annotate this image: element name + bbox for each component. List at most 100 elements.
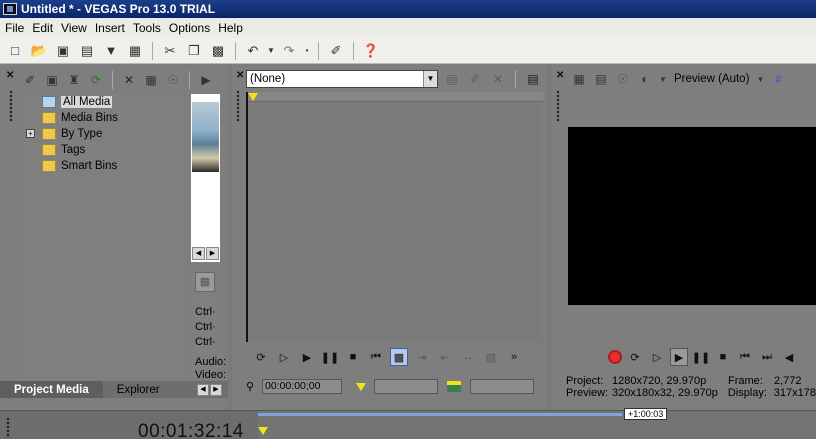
trimmer-media-area[interactable] [246,92,544,342]
trimmer-media-select[interactable]: (None) ▼ [246,70,438,88]
external-monitor-icon[interactable]: ▤ [592,70,610,88]
tree-item-by-type[interactable]: By Type [42,126,102,142]
add-before-cursor-icon[interactable]: ⇤ [436,348,454,366]
stop-icon[interactable]: ■ [344,348,362,366]
tree-item-smart-bins[interactable]: Smart Bins [42,158,117,174]
tree-item-media-bins[interactable]: Media Bins [42,110,118,126]
trimmer-ruler[interactable] [248,92,544,102]
add-to-timeline-icon[interactable]: ⇥ [413,348,431,366]
video-fx-icon[interactable]: ☉ [614,70,632,88]
save-icon[interactable]: ▣ [52,40,74,62]
media-thumbnail[interactable] [192,102,219,172]
menu-help[interactable]: Help [216,21,249,35]
enable-snapping-icon[interactable]: ✐ [325,40,347,62]
redo-icon[interactable]: ↷ [278,40,300,62]
menu-tools[interactable]: Tools [131,21,167,35]
panel-grip-icon[interactable] [6,417,10,437]
render-icon[interactable]: ▼ [100,40,122,62]
in-point-field[interactable] [374,378,438,394]
copy-icon[interactable]: ❐ [183,40,205,62]
selection-mode-icon[interactable]: ▩ [390,348,408,366]
toolbar-separator [318,41,319,60]
go-to-start-icon[interactable]: ⏮ [367,348,385,366]
out-point-field[interactable] [470,378,534,394]
properties-icon[interactable]: ▦ [124,40,146,62]
fit-to-fill-icon[interactable]: ↔ [459,348,477,366]
pause-icon[interactable]: ❚❚ [321,348,339,366]
tab-project-media[interactable]: Project Media [0,381,103,398]
play-icon[interactable]: ▶ [298,348,316,366]
whats-this-icon[interactable]: ❓ [360,40,382,62]
play-icon[interactable]: ▶ [196,70,216,90]
out-point-icon[interactable] [447,380,461,392]
scroll-right-icon[interactable]: ▶ [206,247,219,260]
trimmer-clear-icon[interactable]: ✕ [488,69,508,89]
undo-dropdown-icon[interactable]: ▼ [266,46,276,55]
save-as-icon[interactable]: ▤ [76,40,98,62]
paste-icon[interactable]: ▩ [207,40,229,62]
timeline-marker-icon[interactable] [258,427,268,435]
loop-playback-icon[interactable]: ⟳ [626,348,644,366]
get-media-icon[interactable]: ♜ [64,70,84,90]
capture-video-icon[interactable]: ▣ [42,70,62,90]
menu-view[interactable]: View [59,21,93,35]
timeline-ruler[interactable]: +1:00:03 [258,408,816,439]
open-icon[interactable]: 📂 [28,40,50,62]
close-icon[interactable]: ✕ [556,70,564,81]
preview-quality-select[interactable]: Preview (Auto) [672,73,751,85]
preview-properties-icon[interactable]: ▦ [570,70,588,88]
quality-dropdown-icon[interactable]: ▼ [755,75,765,84]
in-marker-icon[interactable] [248,93,258,101]
split-dropdown-icon[interactable]: ▼ [658,75,668,84]
scroll-left-icon[interactable]: ◀ [192,247,205,260]
redo-dropdown-icon[interactable]: • [302,46,312,55]
audio-waveform-icon[interactable]: ▧ [482,348,500,366]
media-fx-icon[interactable]: ☉ [163,70,183,90]
close-icon[interactable]: ✕ [236,70,244,81]
refresh-icon[interactable]: ⟳ [86,70,106,90]
toolbar-separator [189,71,190,89]
media-thumbnail-list[interactable] [191,94,220,262]
tab-next-icon[interactable]: ▶ [210,383,222,396]
stop-icon[interactable]: ■ [714,348,732,366]
tree-item-tags[interactable]: Tags [42,142,85,158]
trimmer-history-icon[interactable]: ▤ [442,69,462,89]
pause-icon[interactable]: ❚❚ [692,348,710,366]
video-preview-screen[interactable] [568,127,816,305]
tree-item-all-media[interactable]: All Media [42,94,113,110]
import-media-icon[interactable]: ✐ [20,70,40,90]
expand-icon[interactable]: + [26,129,35,138]
menu-options[interactable]: Options [167,21,216,35]
tab-prev-icon[interactable]: ◀ [197,383,209,396]
previous-frame-icon[interactable]: ◀ [780,348,798,366]
panel-grip-icon[interactable] [236,90,240,122]
split-screen-icon[interactable]: ◐ [636,70,654,88]
panel-grip-icon[interactable] [9,90,13,122]
play-icon[interactable]: ▶ [670,348,688,366]
undo-icon[interactable]: ↶ [242,40,264,62]
trimmer-fx-icon[interactable]: ✐ [465,69,485,89]
trimmer-timecode[interactable]: 00:00:00;00 [262,378,342,394]
menu-edit[interactable]: Edit [30,21,59,35]
in-point-icon[interactable] [356,382,366,391]
record-icon[interactable] [608,350,622,364]
loop-region-bar[interactable] [258,413,622,416]
remove-icon[interactable]: ✕ [119,70,139,90]
video-preview-icon[interactable]: ▤ [523,69,543,89]
cut-icon[interactable]: ✂ [159,40,181,62]
panel-grip-icon[interactable] [556,90,560,122]
menu-file[interactable]: File [3,21,30,35]
play-from-start-icon[interactable]: ▷ [275,348,293,366]
close-icon[interactable]: ✕ [6,70,14,81]
tab-explorer[interactable]: Explorer [103,381,174,398]
menu-insert[interactable]: Insert [93,21,131,35]
overlays-icon[interactable]: # [769,70,787,88]
go-to-end-icon[interactable]: ⏭ [758,348,776,366]
new-icon[interactable]: □ [4,40,26,62]
go-to-start-icon[interactable]: ⏮ [736,348,754,366]
more-icon[interactable]: » [505,348,523,366]
loop-playback-icon[interactable]: ⟳ [252,348,270,366]
play-from-start-icon[interactable]: ▷ [648,348,666,366]
media-properties-icon[interactable]: ▦ [141,70,161,90]
chevron-down-icon[interactable]: ▼ [423,71,437,87]
